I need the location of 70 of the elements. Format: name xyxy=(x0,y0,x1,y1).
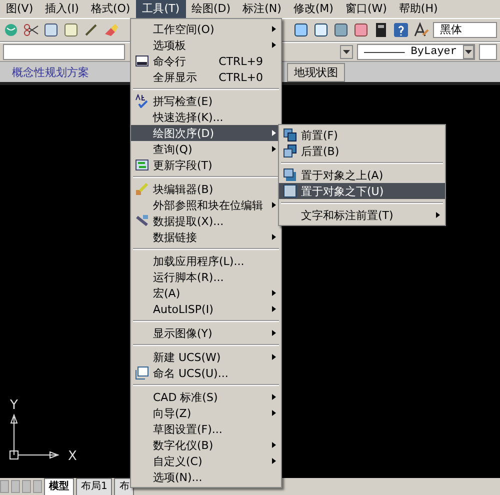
menu-item[interactable]: 块编辑器(B) xyxy=(131,181,281,197)
menu-item[interactable]: 文字和标注前置(T) xyxy=(279,207,445,223)
lineweight-dropdown[interactable] xyxy=(479,44,497,60)
submenu-arrow-icon xyxy=(271,329,277,337)
menu-item[interactable]: 数据提取(X)... xyxy=(131,213,281,229)
menu-item[interactable]: 拼写检查(E) xyxy=(131,93,281,109)
menu-item[interactable]: 向导(Z) xyxy=(131,405,281,421)
layer-field[interactable] xyxy=(3,44,125,60)
send-under-icon xyxy=(283,184,297,198)
font-field[interactable]: 黑体 xyxy=(433,22,497,38)
menu-title[interactable]: 标注(N) xyxy=(236,0,288,18)
menu-item[interactable]: AutoLISP(I) xyxy=(131,301,281,317)
menu-item[interactable]: 显示图像(Y) xyxy=(131,325,281,341)
submenu-arrow-icon xyxy=(271,233,277,241)
menu-title[interactable]: 修改(M) xyxy=(287,0,340,18)
menu-title[interactable]: 插入(I) xyxy=(39,0,85,18)
calculator-icon[interactable] xyxy=(373,22,389,38)
menu-item[interactable]: 加载应用程序(L)... xyxy=(131,253,281,269)
layout-tab[interactable]: 布局1 xyxy=(76,478,112,495)
menu-item[interactable]: 快速选择(K)... xyxy=(131,109,281,125)
menu-item[interactable]: 工作空间(O) xyxy=(131,21,281,37)
submenu-arrow-icon xyxy=(271,353,277,361)
text-style-icon[interactable] xyxy=(413,22,429,38)
refresh-icon xyxy=(135,158,149,172)
menu-title[interactable]: 绘图(D) xyxy=(186,0,237,18)
ucs-icon xyxy=(135,366,149,380)
menu-title[interactable]: 图(V) xyxy=(0,0,40,18)
line-sample-icon xyxy=(364,50,405,54)
spell-check-icon xyxy=(135,94,149,108)
menu-item[interactable]: 外部参照和块在位编辑 xyxy=(131,197,281,213)
help-icon[interactable] xyxy=(393,22,409,38)
data-extraction-icon xyxy=(135,214,149,228)
bring-front-icon xyxy=(283,128,297,142)
menu-item[interactable]: 后置(B) xyxy=(279,143,445,159)
bring-above-icon xyxy=(283,168,297,182)
menu-item[interactable]: 查询(Q) xyxy=(131,141,281,157)
menu-item[interactable]: 命名 UCS(U)... xyxy=(131,365,281,381)
dropdown-button[interactable] xyxy=(340,45,353,59)
menu-title[interactable]: 工具(T) xyxy=(136,0,186,18)
layout-tab[interactable]: 模型 xyxy=(44,478,74,495)
menu-item[interactable]: 命令行 CTRL+9 xyxy=(131,53,281,69)
menu-item[interactable]: 绘图次序(D) xyxy=(131,125,281,141)
pencil-icon xyxy=(135,182,149,196)
caret-icon xyxy=(343,50,350,54)
menu-item[interactable]: 新建 UCS(W) xyxy=(131,349,281,365)
linetype-dropdown[interactable]: ByLayer xyxy=(357,44,475,60)
submenu-arrow-icon xyxy=(435,211,441,219)
menu-title[interactable]: 窗口(W) xyxy=(339,0,393,18)
send-back-icon xyxy=(283,144,297,158)
document-tab[interactable]: 地现状图 xyxy=(287,62,345,82)
menu-item[interactable]: 置于对象之下(U) xyxy=(279,183,445,199)
menu-item[interactable]: 全屏显示 CTRL+0 xyxy=(131,69,281,85)
eraser-icon[interactable] xyxy=(103,22,119,38)
menu-item[interactable]: 数据链接 xyxy=(131,229,281,245)
menu-item[interactable]: 前置(F) xyxy=(279,127,445,143)
menu-title[interactable]: 格式(O) xyxy=(84,0,136,18)
submenu-arrow-icon xyxy=(271,201,277,209)
menu-item[interactable]: 自定义(C) xyxy=(131,453,281,469)
menu-item[interactable]: 更新字段(T) xyxy=(131,157,281,173)
menu-item[interactable]: 选项板 xyxy=(131,37,281,53)
menu-item[interactable]: 宏(A) xyxy=(131,285,281,301)
menu-title[interactable]: 帮助(H) xyxy=(392,0,444,18)
menu-item[interactable]: 置于对象之上(A) xyxy=(279,167,445,183)
menu-item[interactable]: 运行脚本(R)... xyxy=(131,269,281,285)
scissors-icon[interactable] xyxy=(23,22,39,38)
menu-item[interactable]: CAD 标准(S) xyxy=(131,389,281,405)
menu-item[interactable]: 数字化仪(B) xyxy=(131,437,281,453)
document-tab[interactable]: 概念性规划方案 xyxy=(6,64,95,80)
caret-icon xyxy=(465,50,472,54)
menu-item[interactable]: 草图设置(F)... xyxy=(131,421,281,437)
